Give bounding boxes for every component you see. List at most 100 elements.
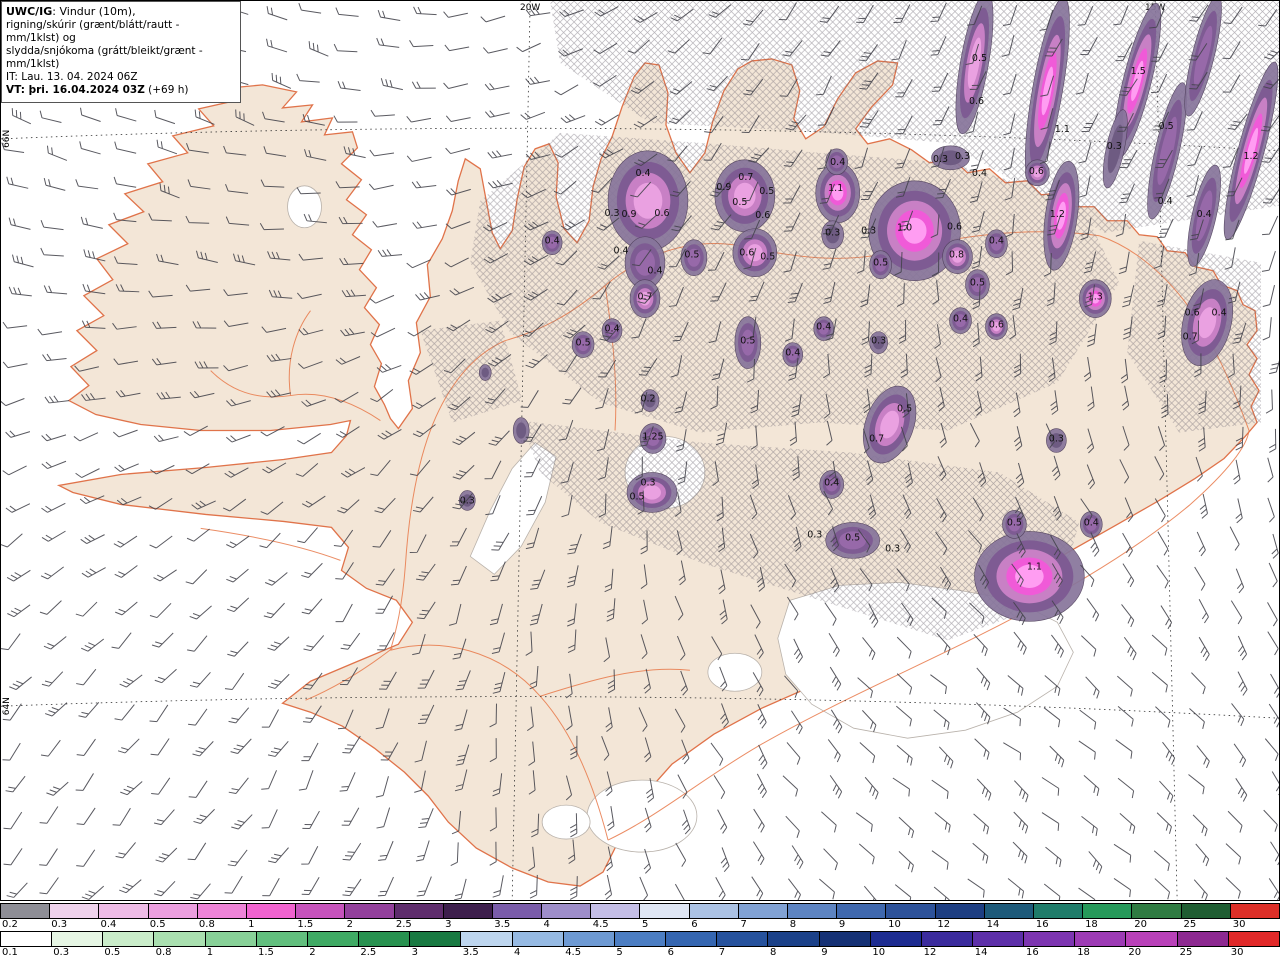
map-canvas: 20W15W66N64N0.50.61.51.10.50.31.20.40.41…	[1, 1, 1279, 900]
colorbar-tick-label: 0.3	[51, 919, 68, 930]
precip-value-label: 0.4	[545, 236, 560, 247]
precip-value-label: 0.4	[605, 324, 620, 335]
precip-value-label: 0.6	[989, 320, 1004, 331]
colorbar-cell	[640, 904, 690, 918]
colorbar-cell	[717, 932, 769, 946]
colorbar-cell	[689, 904, 739, 918]
colorbar-cell	[394, 904, 444, 918]
colorbar-cell	[99, 904, 149, 918]
valid-time-offset: (+69 h)	[144, 84, 189, 97]
precip-value-label: 0.4	[989, 236, 1004, 247]
colorbar-cell	[921, 932, 973, 946]
precip-value-label: 0.5	[972, 53, 987, 64]
rain-colorbar-labels: 0.1 0.3 0.5 0.8 1 1.5 2 2.5 3 3.5 4 4.5 5 6 7 8 9 10 12 14 1…	[0, 947, 1280, 959]
colorbar-cell	[410, 932, 462, 946]
precip-value-label: 0.3	[825, 228, 840, 239]
precip-value-label: 0.3	[861, 226, 876, 237]
precip-value-label: 0.7	[738, 172, 753, 183]
colorbar-cell	[50, 904, 100, 918]
precip-value-label: 0.3	[605, 208, 620, 219]
precip-value-label: 0.2	[640, 394, 655, 405]
colorbar-tick-label: 16	[1035, 919, 1049, 930]
colorbar-tick-label: 0.3	[53, 947, 70, 958]
colorbar-cell	[666, 932, 718, 946]
init-time-line: IT: Lau. 13. 04. 2024 06Z	[6, 71, 138, 84]
colorbar-tick-label: 0.5	[149, 919, 166, 930]
colorbar-cell	[984, 904, 1034, 918]
precip-value-label: 0.5	[873, 258, 888, 269]
precip-value-label: 1.1	[1055, 124, 1070, 135]
colorbar-cell	[1033, 904, 1084, 918]
colorbar-cell	[154, 932, 206, 946]
colorbar-tick-label: 0.5	[104, 947, 121, 958]
precip-value-label: 0.7	[637, 292, 652, 303]
precip-value-label: 0.6	[654, 208, 669, 219]
model-name: UWC/IG	[6, 5, 53, 18]
colorbar-tick-label: 20	[1128, 947, 1142, 958]
colorbar-cell	[359, 932, 411, 946]
precip-value-label: 0.5	[760, 252, 775, 263]
precip-value-label: 1.2	[1244, 151, 1259, 162]
colorbar-tick-label: 7	[718, 947, 726, 958]
colorbar-tick-label: 25	[1179, 947, 1193, 958]
colorbar-cell	[788, 904, 838, 918]
colorbar-tick-label: 0.8	[198, 919, 215, 930]
colorbar-cell	[886, 904, 936, 918]
colorbar-cell	[1126, 932, 1178, 946]
colorbar-tick-label: 10	[888, 919, 901, 930]
colorbar-tick-label: 18	[1085, 919, 1098, 930]
colorbar-cell	[1230, 904, 1279, 918]
colorbar-cell	[837, 904, 887, 918]
precip-value-label: 1.2	[1050, 209, 1065, 220]
snow-legend-line: slydda/snjókoma (grátt/bleikt/grænt - mm…	[6, 45, 203, 71]
precip-value-label: 0.3	[1107, 141, 1122, 152]
colorbar-tick-label: 2.5	[395, 919, 412, 930]
precipitation-legend: 0.2 0.3 0.4 0.5 0.8 1 1.5 2 2.5 3 3.5 4 4.5 5 6 7 8 9 10 12…	[0, 901, 1280, 959]
colorbar-tick-label: 3.5	[494, 919, 511, 930]
precip-value-label: 0.6	[755, 210, 770, 221]
colorbar-cell	[1, 932, 53, 946]
colorbar-cell	[345, 904, 395, 918]
colorbar-cell	[246, 904, 297, 918]
precip-value-label: 0.5	[759, 186, 774, 197]
colorbar-cell	[197, 904, 247, 918]
precip-value-label: 0.5	[576, 338, 591, 349]
colorbar-cell	[52, 932, 104, 946]
colorbar-cell	[542, 904, 592, 918]
precip-value-label: 0.6	[1029, 166, 1044, 177]
colorbar-cell	[563, 932, 615, 946]
colorbar-cell	[307, 932, 360, 946]
colorbar-tick-label: 2	[309, 947, 316, 958]
colorbar-tick-label: 1.5	[258, 947, 274, 958]
precip-value-label: 0.3	[460, 495, 475, 506]
colorbar-tick-label: 4.5	[565, 947, 582, 958]
colorbar-cell	[738, 904, 788, 918]
snow-colorbar-labels: 0.2 0.3 0.4 0.5 0.8 1 1.5 2 2.5 3 3.5 4 4.5 5 6 7 8 9 10 12…	[0, 919, 1280, 931]
colorbar-tick-label: 30	[1232, 919, 1246, 930]
precip-value-label: 0.6	[1185, 308, 1200, 319]
colorbar-cell	[614, 932, 667, 946]
colorbar-tick-label: 5	[616, 947, 623, 958]
precip-value-label: 0.9	[716, 182, 731, 193]
colorbar-tick-label: 2	[346, 919, 353, 930]
colorbar-cell	[205, 932, 257, 946]
lat-label: 66N	[2, 130, 12, 148]
colorbar-cell	[443, 904, 493, 918]
colorbar-tick-label: 4.5	[592, 919, 609, 930]
precip-value-label: 0.4	[824, 477, 839, 488]
colorbar-tick-label: 25	[1183, 919, 1197, 930]
precip-value-label: 0.3	[933, 154, 948, 165]
colorbar-cell	[1083, 904, 1133, 918]
colorbar-tick-label: 0.8	[155, 947, 172, 958]
precip-value-label: 0.4	[1158, 196, 1173, 207]
precip-value-label: 0.5	[1159, 121, 1174, 132]
colorbar-tick-label: 0.2	[2, 919, 18, 930]
precip-value-label: 0.3	[1049, 434, 1064, 445]
model-title-line: UWC/IG: Vindur (10m),	[6, 5, 234, 19]
colorbar-tick-label: 5	[642, 919, 649, 930]
colorbar-tick-label: 3	[445, 919, 452, 930]
precip-value-label: 0.6	[947, 222, 962, 233]
precip-value-label: 1.3	[1088, 292, 1103, 303]
colorbar-tick-label: 4	[543, 919, 550, 930]
colorbar-tick-label: 18	[1077, 947, 1090, 958]
